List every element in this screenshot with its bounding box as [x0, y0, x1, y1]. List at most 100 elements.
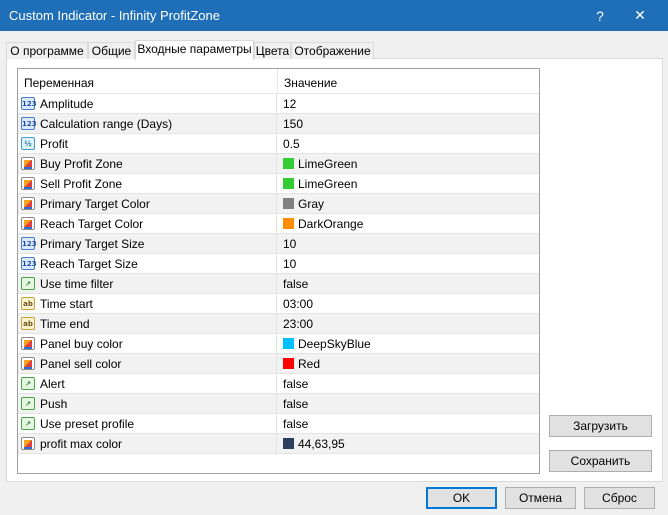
tab-display[interactable]: Отображение: [291, 42, 374, 59]
parameter-row[interactable]: ½ Profit 0.5: [18, 134, 539, 154]
parameter-row[interactable]: Buy Profit Zone LimeGreen: [18, 154, 539, 174]
integer-icon: 123: [21, 257, 37, 270]
parameter-value: false: [283, 397, 309, 411]
parameter-value-cell[interactable]: Gray: [278, 194, 539, 213]
parameter-row[interactable]: Sell Profit Zone LimeGreen: [18, 174, 539, 194]
column-header-variable[interactable]: Переменная: [24, 76, 94, 90]
parameter-name-cell: ↗ Push: [18, 394, 277, 413]
parameter-name: Time start: [40, 297, 93, 311]
color-icon: [21, 437, 35, 450]
color-swatch: [283, 198, 294, 209]
parameter-value-cell[interactable]: LimeGreen: [278, 174, 539, 193]
parameter-name-cell: ab Time start: [18, 294, 277, 313]
parameter-value-cell[interactable]: false: [278, 374, 539, 393]
parameter-name: Sell Profit Zone: [40, 177, 123, 191]
column-separator[interactable]: [277, 69, 278, 93]
grid-rows: 123 Amplitude 12 123 Calculation range (Days…: [18, 94, 539, 454]
save-button[interactable]: Сохранить: [549, 450, 652, 472]
parameter-value-cell[interactable]: false: [278, 394, 539, 413]
parameter-row[interactable]: 123 Amplitude 12: [18, 94, 539, 114]
parameter-value-cell[interactable]: DarkOrange: [278, 214, 539, 233]
parameter-row[interactable]: Panel sell color Red: [18, 354, 539, 374]
boolean-icon: ↗: [21, 377, 35, 390]
parameter-value-cell[interactable]: Red: [278, 354, 539, 373]
tab-colors[interactable]: Цвета: [254, 42, 291, 59]
parameter-value-cell[interactable]: 0.5: [278, 134, 539, 153]
parameter-value: DarkOrange: [298, 217, 364, 231]
parameter-name-cell: Panel sell color: [18, 354, 277, 373]
parameter-name-cell: ↗ Use preset profile: [18, 414, 277, 433]
color-swatch: [283, 178, 294, 189]
parameter-name-cell: 123 Reach Target Size: [18, 254, 277, 273]
ok-button[interactable]: OK: [426, 487, 497, 509]
parameter-name: Panel sell color: [40, 357, 122, 371]
parameter-row[interactable]: profit max color 44,63,95: [18, 434, 539, 454]
color-icon: [21, 357, 35, 370]
parameter-row[interactable]: Reach Target Color DarkOrange: [18, 214, 539, 234]
parameter-name-cell: ↗ Alert: [18, 374, 277, 393]
integer-icon: 123: [21, 97, 37, 110]
parameter-value: DeepSkyBlue: [298, 337, 371, 351]
color-icon: [21, 177, 35, 190]
parameter-row[interactable]: 123 Reach Target Size 10: [18, 254, 539, 274]
parameter-name-cell: 123 Amplitude: [18, 94, 277, 113]
cancel-button[interactable]: Отмена: [505, 487, 576, 509]
parameter-value-cell[interactable]: 03:00: [278, 294, 539, 313]
parameter-name: Primary Target Size: [40, 237, 145, 251]
parameter-name: Calculation range (Days): [40, 117, 173, 131]
parameter-name: Profit: [40, 137, 69, 151]
parameter-value: 150: [283, 117, 304, 131]
parameter-name: Reach Target Size: [40, 257, 138, 271]
parameter-value-cell[interactable]: false: [278, 274, 539, 293]
parameter-name: Amplitude: [40, 97, 94, 111]
parameter-value: 10: [283, 237, 297, 251]
color-swatch: [283, 358, 294, 369]
column-header-value[interactable]: Значение: [284, 76, 337, 90]
parameter-name: Use preset profile: [40, 417, 135, 431]
close-button[interactable]: ✕: [620, 0, 660, 31]
parameter-name-cell: profit max color: [18, 434, 277, 453]
tab-inputs[interactable]: Входные параметры: [135, 40, 254, 60]
parameter-value-cell[interactable]: LimeGreen: [278, 154, 539, 173]
parameter-row[interactable]: ab Time end 23:00: [18, 314, 539, 334]
parameter-row[interactable]: ↗ Alert false: [18, 374, 539, 394]
parameter-row[interactable]: ↗ Use preset profile false: [18, 414, 539, 434]
parameter-value: 12: [283, 97, 297, 111]
color-icon: [21, 217, 35, 230]
parameter-row[interactable]: Primary Target Color Gray: [18, 194, 539, 214]
parameter-value-cell[interactable]: 23:00: [278, 314, 539, 333]
tab-common[interactable]: Общие: [88, 42, 135, 59]
color-icon: [21, 197, 35, 210]
parameter-value-cell[interactable]: 10: [278, 254, 539, 273]
parameter-value-cell[interactable]: DeepSkyBlue: [278, 334, 539, 353]
parameter-name: Time end: [40, 317, 90, 331]
reset-button[interactable]: Сброс: [584, 487, 655, 509]
tab-about[interactable]: О программе: [6, 42, 88, 59]
parameter-name: Primary Target Color: [40, 197, 150, 211]
parameter-value: LimeGreen: [298, 177, 358, 191]
parameter-name: Reach Target Color: [40, 217, 144, 231]
parameter-name-cell: Sell Profit Zone: [18, 174, 277, 193]
load-button[interactable]: Загрузить: [549, 415, 652, 437]
double-icon: ½: [21, 137, 35, 150]
parameter-row[interactable]: ab Time start 03:00: [18, 294, 539, 314]
parameter-name-cell: Buy Profit Zone: [18, 154, 277, 173]
parameter-value-cell[interactable]: false: [278, 414, 539, 433]
parameter-name: profit max color: [40, 437, 123, 451]
parameter-row[interactable]: Panel buy color DeepSkyBlue: [18, 334, 539, 354]
parameter-row[interactable]: ↗ Push false: [18, 394, 539, 414]
boolean-icon: ↗: [21, 397, 35, 410]
help-button[interactable]: ?: [580, 0, 620, 31]
parameter-name-cell: Reach Target Color: [18, 214, 277, 233]
integer-icon: 123: [21, 237, 37, 250]
color-icon: [21, 337, 35, 350]
parameter-value-cell[interactable]: 44,63,95: [278, 434, 539, 453]
parameter-row[interactable]: 123 Calculation range (Days) 150: [18, 114, 539, 134]
parameter-value-cell[interactable]: 150: [278, 114, 539, 133]
parameter-value-cell[interactable]: 12: [278, 94, 539, 113]
parameter-value-cell[interactable]: 10: [278, 234, 539, 253]
parameter-row[interactable]: ↗ Use time filter false: [18, 274, 539, 294]
parameter-value: false: [283, 377, 309, 391]
parameter-name-cell: Panel buy color: [18, 334, 277, 353]
parameter-row[interactable]: 123 Primary Target Size 10: [18, 234, 539, 254]
